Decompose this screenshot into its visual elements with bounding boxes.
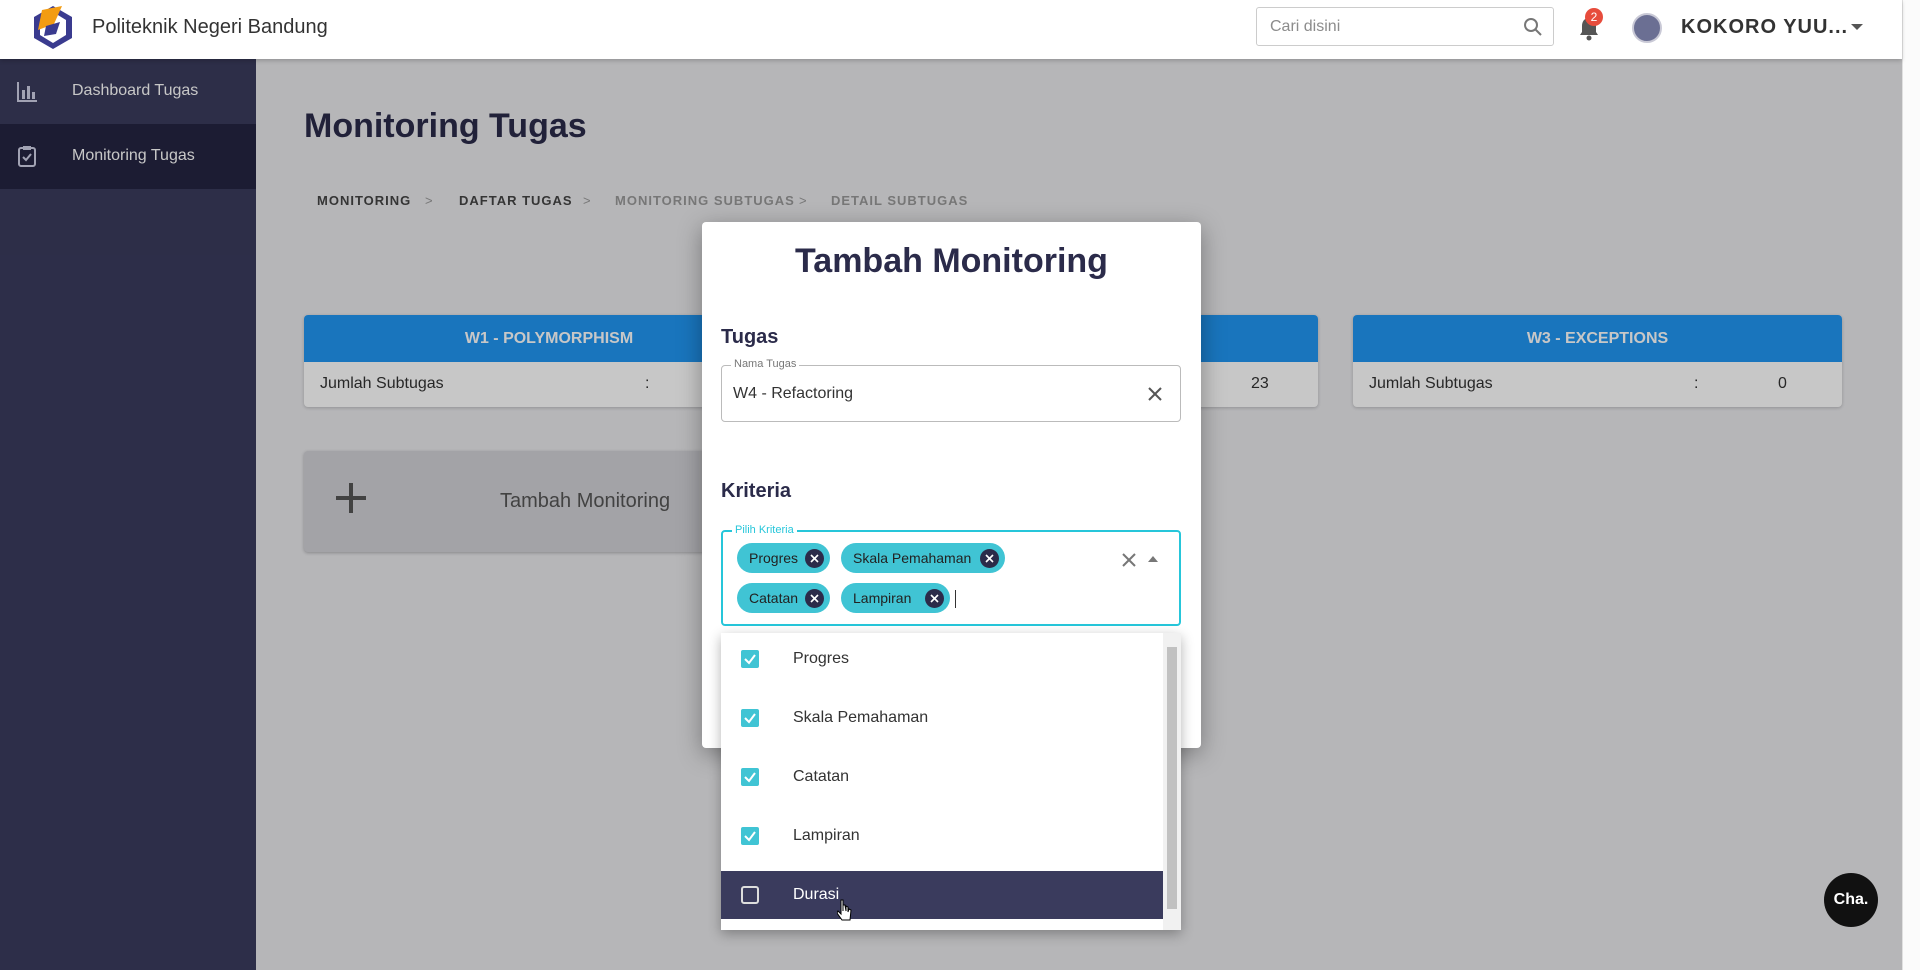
chip-remove-icon[interactable]: [805, 549, 824, 568]
search-icon[interactable]: [1523, 17, 1543, 37]
chip-label: Lampiran: [853, 590, 912, 606]
tugas-section-title: Tugas: [721, 326, 779, 348]
checkbox-checked-icon[interactable]: [741, 768, 759, 786]
nama-tugas-legend: Nama Tugas: [731, 358, 800, 370]
option-durasi[interactable]: Durasi: [721, 871, 1163, 919]
dialog-title: Tambah Monitoring: [795, 242, 1108, 280]
option-label: Progres: [793, 650, 850, 667]
chip-remove-icon[interactable]: [805, 589, 824, 608]
chip-label: Catatan: [749, 590, 799, 606]
chevron-up-icon[interactable]: [1148, 556, 1158, 562]
polban-logo-icon[interactable]: [32, 4, 74, 50]
options-scrollbar[interactable]: [1163, 633, 1181, 930]
option-label: Durasi: [793, 886, 840, 903]
options-scrollbar-thumb[interactable]: [1167, 647, 1177, 909]
pilih-kriteria-legend: Pilih Kriteria: [732, 524, 797, 536]
chip-label: Progres: [749, 550, 799, 566]
option-progres[interactable]: Progres: [721, 635, 1163, 683]
option-skala-pemahaman[interactable]: Skala Pemahaman: [721, 694, 1163, 742]
option-label: Skala Pemahaman: [793, 709, 929, 726]
chip-label: Skala Pemahaman: [853, 550, 972, 566]
checkbox-checked-icon[interactable]: [741, 709, 759, 727]
brand-name: Politeknik Negeri Bandung: [92, 16, 328, 38]
avatar[interactable]: [1632, 13, 1662, 43]
clear-icon[interactable]: [1147, 386, 1163, 402]
search-input[interactable]: [1268, 17, 1512, 37]
option-label: Catatan: [793, 768, 850, 785]
chip-remove-icon[interactable]: [925, 589, 944, 608]
clear-icon[interactable]: [1121, 552, 1137, 568]
option-lampiran[interactable]: Lampiran: [721, 812, 1163, 860]
chevron-down-icon[interactable]: [1851, 24, 1863, 30]
search-box[interactable]: [1256, 7, 1554, 46]
chip-catatan: Catatan: [737, 583, 830, 613]
top-bar: Politeknik Negeri Bandung 2 KOKORO YUU..…: [0, 0, 1902, 59]
nama-tugas-field[interactable]: Nama Tugas W4 - Refactoring: [721, 358, 1181, 422]
chip-progres: Progres: [737, 543, 830, 573]
chip-remove-icon[interactable]: [980, 549, 999, 568]
option-label: Lampiran: [793, 827, 860, 844]
notification-badge: 2: [1585, 8, 1603, 26]
checkbox-checked-icon[interactable]: [741, 650, 759, 668]
option-catatan[interactable]: Catatan: [721, 753, 1163, 801]
page-scrollbar[interactable]: [1902, 0, 1920, 970]
chat-button[interactable]: Cha.: [1824, 873, 1878, 927]
checkbox-unchecked-icon[interactable]: [741, 886, 759, 904]
text-cursor: [955, 590, 956, 608]
chip-skala-pemahaman: Skala Pemahaman: [841, 543, 1005, 573]
username[interactable]: KOKORO YUU...: [1681, 16, 1848, 39]
kriteria-section-title: Kriteria: [721, 480, 792, 502]
nama-tugas-value[interactable]: W4 - Refactoring: [733, 385, 853, 403]
chip-lampiran: Lampiran: [841, 583, 950, 613]
mouse-pointer-icon: [837, 899, 852, 921]
checkbox-checked-icon[interactable]: [741, 827, 759, 845]
pilih-kriteria-field[interactable]: Pilih Kriteria Progres Skala Pemahaman C…: [721, 524, 1181, 626]
kriteria-options-list: Progres Skala Pemahaman Catatan Lampiran…: [721, 633, 1181, 930]
